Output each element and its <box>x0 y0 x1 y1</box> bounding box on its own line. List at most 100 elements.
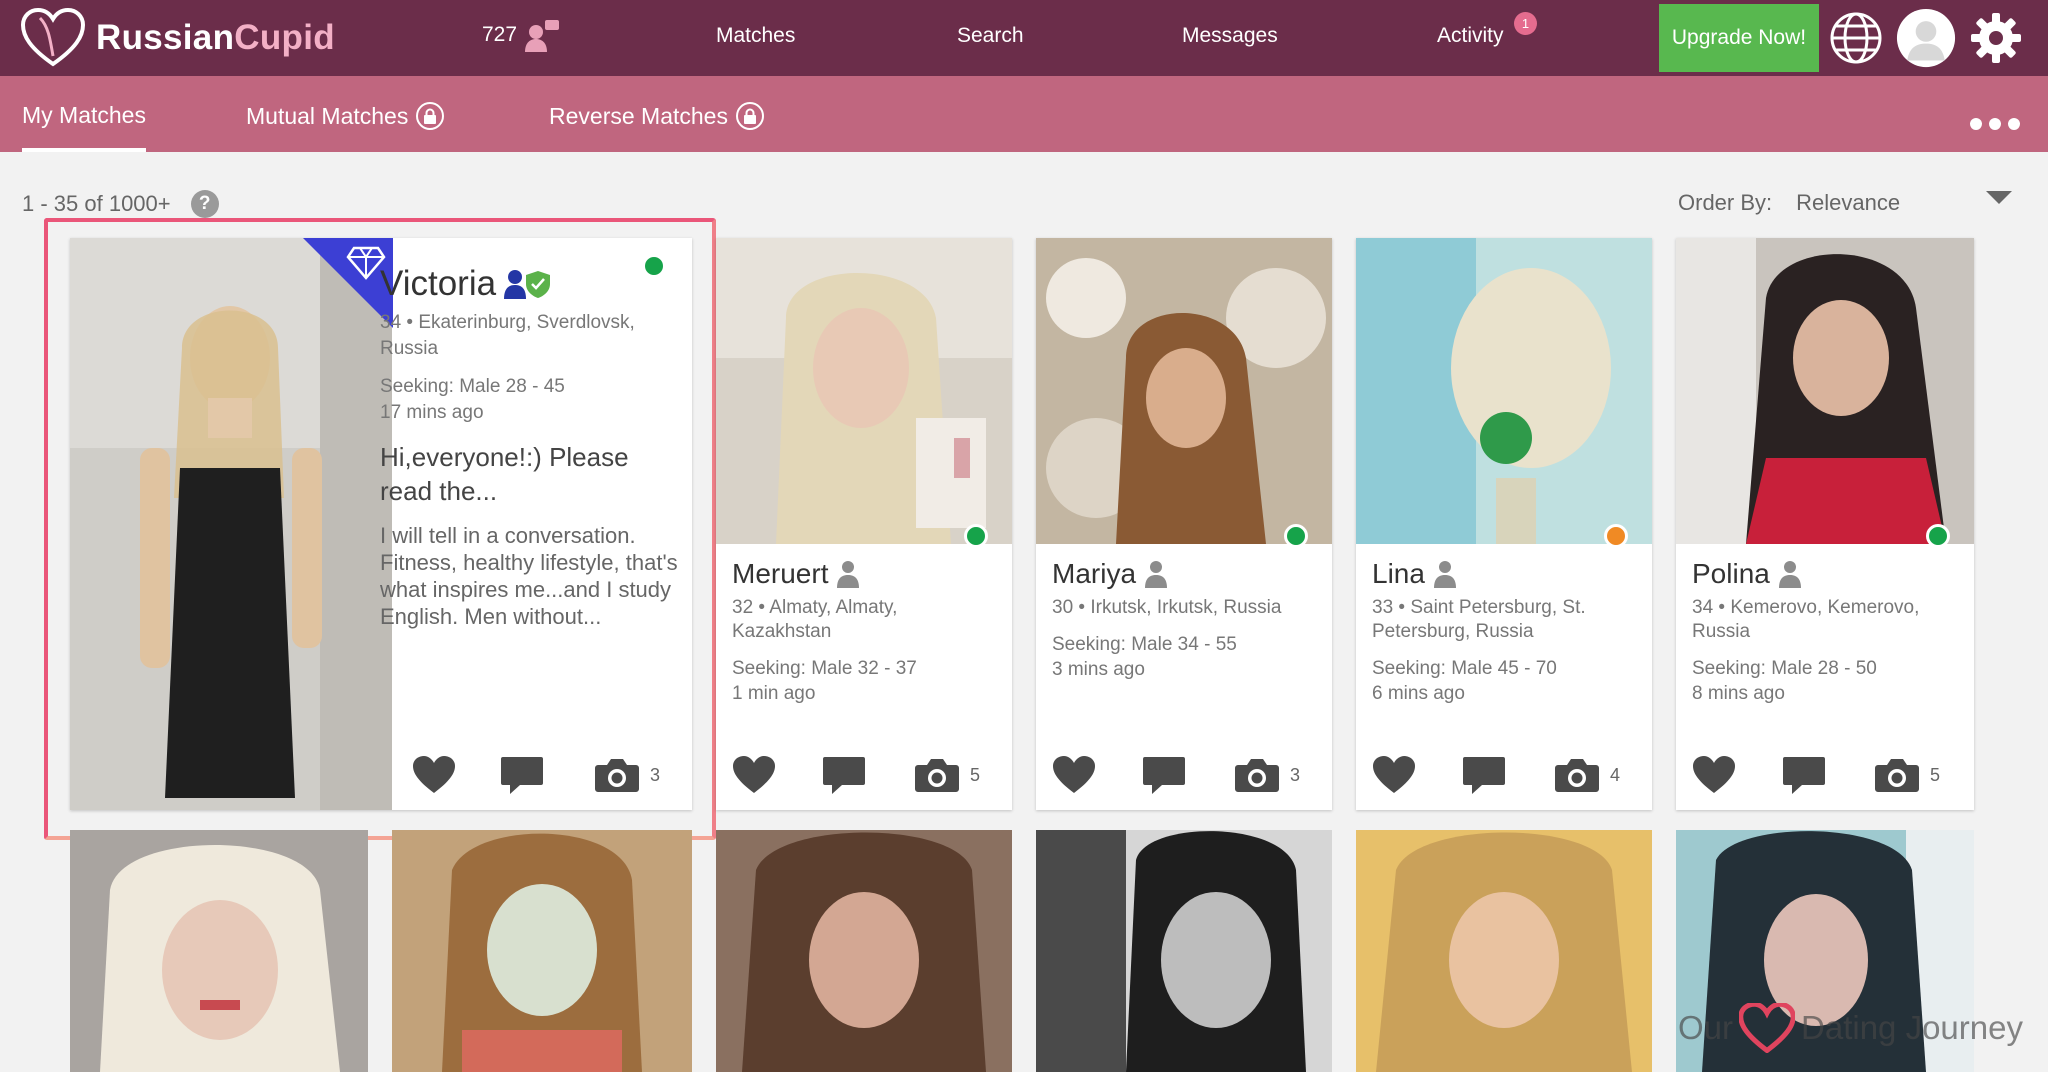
order-by-label: Order By: <box>1678 190 1773 215</box>
nav-search[interactable]: Search <box>957 24 1024 48</box>
last-active: 3 mins ago <box>1052 659 1145 680</box>
heart-icon <box>1739 1003 1796 1053</box>
profile-location: 32 • Almaty, Almaty, Kazakhstan <box>732 597 898 642</box>
profile-photo[interactable] <box>1036 238 1332 544</box>
message-icon[interactable] <box>1782 755 1826 795</box>
camera-icon <box>595 759 639 792</box>
online-status-dot <box>1284 524 1308 548</box>
user-icon <box>1778 561 1801 588</box>
profile-location: 33 • Saint Petersburg, St. Petersburg, R… <box>1372 597 1586 642</box>
watermark: Our Dating Journey <box>1678 1003 2023 1053</box>
camera-icon <box>1875 759 1919 792</box>
lock-icon <box>416 102 445 130</box>
featured-profile-card[interactable]: Victoria 34 • Ekaterinburg, Sverdlovsk, … <box>70 238 692 810</box>
users-icon <box>525 20 560 52</box>
profile-headline: Hi,everyone!:) Please read the... <box>380 442 629 506</box>
camera-icon <box>915 759 959 792</box>
last-active: 1 min ago <box>732 683 816 704</box>
member-counter[interactable]: 727 <box>482 18 561 52</box>
heart-icon[interactable] <box>732 755 776 795</box>
profile-info: Mariya 30 • Irkutsk, Irkutsk, Russia See… <box>1052 558 1320 682</box>
online-status-dot <box>1926 524 1950 548</box>
profile-location: 34 • Kemerovo, Kemerovo, Russia <box>1692 597 1920 642</box>
profile-photo[interactable] <box>1356 238 1652 544</box>
profile-name: Meruert <box>732 558 829 589</box>
heart-icon[interactable] <box>1692 755 1736 795</box>
nav-matches[interactable]: Matches <box>716 24 795 48</box>
gear-icon[interactable] <box>1966 8 2026 68</box>
more-options-icon[interactable] <box>1970 118 2020 130</box>
activity-badge: 1 <box>1514 12 1537 35</box>
heart-icon[interactable] <box>1052 755 1096 795</box>
profile-photo[interactable] <box>392 830 692 1072</box>
card-actions: 3 <box>1036 752 1332 798</box>
profile-card[interactable]: Meruert 32 • Almaty, Almaty, Kazakhstan … <box>716 238 1012 810</box>
message-icon[interactable] <box>822 755 866 795</box>
logo-text: RussianCupid <box>96 18 335 57</box>
heart-icon[interactable] <box>412 755 456 795</box>
profile-photo[interactable] <box>70 830 368 1072</box>
matches-subnav: My Matches Mutual Matches Reverse Matche… <box>0 76 2048 152</box>
counter-value: 727 <box>482 23 518 46</box>
profile-about: I will tell in a conversation. Fitness, … <box>380 523 678 629</box>
last-active: 6 mins ago <box>1372 683 1465 704</box>
result-count: 1 - 35 of 1000+ ? <box>22 190 219 218</box>
profile-seeking: Seeking: Male 28 - 45 <box>380 376 565 397</box>
photo-count[interactable]: 4 <box>1554 757 1620 793</box>
tab-mutual-matches[interactable]: Mutual Matches <box>246 102 445 130</box>
profile-card[interactable]: Lina 33 • Saint Petersburg, St. Petersbu… <box>1356 238 1652 810</box>
user-icon <box>1433 561 1456 588</box>
nav-messages[interactable]: Messages <box>1182 24 1278 48</box>
chevron-down-icon[interactable] <box>1986 191 2012 204</box>
profile-name: Victoria <box>380 264 497 303</box>
message-icon[interactable] <box>500 755 544 795</box>
camera-icon <box>1555 759 1599 792</box>
away-status-dot <box>1604 524 1628 548</box>
profile-name: Lina <box>1372 558 1425 589</box>
profile-card[interactable]: Polina 34 • Kemerovo, Kemerovo, Russia S… <box>1676 238 1974 810</box>
profile-info: Lina 33 • Saint Petersburg, St. Petersbu… <box>1372 558 1640 706</box>
user-icon <box>837 561 860 588</box>
last-active: 17 mins ago <box>380 402 484 423</box>
user-icon <box>1145 561 1168 588</box>
photo-count[interactable]: 3 <box>594 757 660 793</box>
card-actions: 5 <box>1676 752 1974 798</box>
photo-count[interactable]: 5 <box>914 757 980 793</box>
card-actions: 3 <box>70 752 692 798</box>
upgrade-button[interactable]: Upgrade Now! <box>1659 4 1819 72</box>
tab-my-matches[interactable]: My Matches <box>22 102 146 152</box>
photo-count[interactable]: 3 <box>1234 757 1300 793</box>
avatar[interactable] <box>1896 8 1956 68</box>
heart-icon[interactable] <box>1372 755 1416 795</box>
photo-count[interactable]: 5 <box>1874 757 1940 793</box>
profile-seeking: Seeking: Male 28 - 50 <box>1692 658 1877 679</box>
message-icon[interactable] <box>1462 755 1506 795</box>
help-icon[interactable]: ? <box>190 190 219 218</box>
profile-location: 30 • Irkutsk, Irkutsk, Russia <box>1052 597 1282 618</box>
order-by-value: Relevance <box>1796 190 1901 215</box>
order-by-select[interactable]: Order By: Relevance <box>1678 190 1900 216</box>
online-status-dot <box>964 524 988 548</box>
camera-icon <box>1235 759 1279 792</box>
profile-name: Mariya <box>1052 558 1137 589</box>
profile-seeking: Seeking: Male 32 - 37 <box>732 658 917 679</box>
profile-info: Meruert 32 • Almaty, Almaty, Kazakhstan … <box>732 558 1000 706</box>
tab-reverse-matches[interactable]: Reverse Matches <box>549 102 764 130</box>
last-active: 8 mins ago <box>1692 683 1785 704</box>
language-globe-icon[interactable] <box>1826 8 1886 68</box>
profile-photo[interactable] <box>716 238 1012 544</box>
logo[interactable]: RussianCupid <box>20 8 335 68</box>
card-actions: 4 <box>1356 752 1652 798</box>
profile-photo[interactable] <box>716 830 1012 1072</box>
message-icon[interactable] <box>1142 755 1186 795</box>
profile-card[interactable]: Mariya 30 • Irkutsk, Irkutsk, Russia See… <box>1036 238 1332 810</box>
nav-activity[interactable]: Activity <box>1437 24 1504 48</box>
profile-seeking: Seeking: Male 34 - 55 <box>1052 634 1237 655</box>
profile-photo[interactable] <box>1036 830 1332 1072</box>
featured-profile-info: Victoria 34 • Ekaterinburg, Sverdlovsk, … <box>380 264 678 630</box>
profile-seeking: Seeking: Male 45 - 70 <box>1372 658 1557 679</box>
card-actions: 5 <box>716 752 1012 798</box>
profile-photo[interactable] <box>1356 830 1652 1072</box>
profile-photo[interactable] <box>1676 238 1974 544</box>
lock-icon <box>735 102 764 130</box>
